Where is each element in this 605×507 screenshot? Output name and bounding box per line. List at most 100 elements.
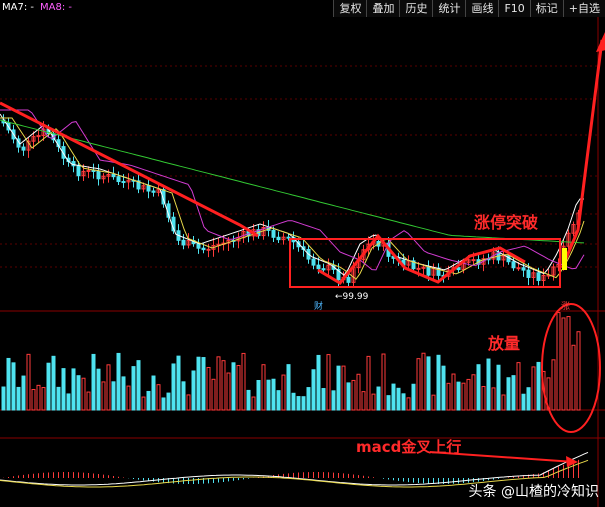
volume-bar — [571, 344, 576, 411]
volume-bar — [366, 355, 371, 411]
volume-bar — [346, 382, 351, 411]
volume-bar — [196, 356, 201, 411]
candle-body — [416, 267, 421, 270]
volume-bar — [41, 387, 46, 411]
volume-bar — [486, 358, 491, 411]
low-price-marker: ←99.99 — [335, 292, 369, 302]
candle-body — [206, 248, 211, 251]
volume-bar — [466, 378, 471, 411]
volume-bar — [91, 353, 96, 411]
volume-bar — [476, 364, 481, 411]
candle-body — [276, 236, 281, 241]
volume-bar — [491, 387, 496, 411]
limit-up-candle — [562, 248, 567, 270]
volume-bar — [191, 370, 196, 411]
volume-bar — [401, 393, 406, 411]
downtrend-arrow — [0, 101, 259, 238]
volume-bar — [246, 389, 251, 411]
volume-bar — [351, 379, 356, 411]
volume-bar — [151, 375, 156, 411]
volume-bar — [226, 372, 231, 411]
candle-body — [116, 176, 121, 183]
volume-bar — [376, 386, 381, 411]
volume-bar — [211, 378, 216, 411]
volume-bar — [251, 396, 256, 411]
volume-bar — [111, 381, 116, 411]
candle-body — [346, 276, 351, 283]
volume-bar — [561, 317, 566, 411]
candle-body — [151, 190, 156, 193]
macd-cross-annotation: macd金叉上行 — [356, 438, 462, 456]
volume-bar — [176, 355, 181, 411]
volume-bar — [316, 354, 321, 411]
candle-body — [511, 261, 516, 269]
volume-bar — [236, 365, 241, 411]
candle-body — [321, 268, 326, 271]
volume-bar — [441, 365, 446, 411]
volume-bar — [431, 394, 436, 411]
watermark: 头条 @山楂的冷知识 — [468, 484, 599, 500]
volume-bar — [201, 357, 206, 411]
volume-bar — [446, 382, 451, 411]
volume-up-annotation: 放量 — [488, 334, 521, 353]
candle-body — [516, 267, 521, 270]
volume-bar — [126, 385, 131, 411]
candle-body — [311, 258, 316, 266]
volume-bar — [51, 355, 56, 411]
volume-bar — [116, 352, 121, 411]
volume-bar — [56, 386, 61, 411]
volume-bar — [121, 376, 126, 411]
volume-bar — [136, 360, 141, 411]
volume-bar — [496, 364, 501, 411]
volume-bar — [416, 358, 421, 411]
volume-bar — [331, 390, 336, 411]
volume-ellipse — [541, 303, 601, 433]
volume-bar — [336, 365, 341, 411]
volume-bar — [576, 331, 581, 411]
candle-body — [121, 181, 126, 184]
volume-bar — [501, 394, 506, 411]
volume-bar — [6, 357, 11, 411]
volume-bar — [506, 377, 511, 411]
volume-bar — [16, 386, 21, 411]
volume-bar — [396, 387, 401, 411]
volume-bar — [131, 366, 136, 411]
candle-body — [201, 247, 206, 251]
volume-bar — [166, 392, 171, 411]
volume-bar — [26, 353, 31, 411]
volume-bar — [106, 364, 111, 411]
volume-bar — [206, 366, 211, 411]
candle-body — [21, 146, 26, 151]
volume-bar — [61, 368, 66, 411]
volume-bar — [46, 362, 51, 411]
volume-bar — [266, 379, 271, 411]
candle-body — [426, 266, 431, 276]
candle-body — [526, 269, 531, 278]
volume-bar — [1, 386, 6, 411]
volume-bar — [311, 369, 316, 411]
volume-bar — [261, 364, 266, 411]
volume-bar — [96, 368, 101, 411]
candle-body — [271, 229, 276, 238]
volume-bar — [86, 391, 91, 411]
volume-bar — [451, 373, 456, 411]
volume-bar — [456, 381, 461, 411]
candle-body — [96, 170, 101, 180]
volume-bar — [521, 393, 526, 411]
volume-bar — [81, 377, 86, 411]
volume-bar — [471, 374, 476, 411]
volume-bar — [531, 366, 536, 411]
volume-bar — [391, 383, 396, 411]
volume-bar — [436, 354, 441, 411]
candle-body — [181, 239, 186, 246]
candle-body — [86, 169, 91, 172]
volume-bar — [281, 374, 286, 411]
volume-bar — [551, 359, 556, 411]
volume-bar — [21, 375, 26, 411]
candle-body — [111, 173, 116, 178]
volume-bar — [356, 373, 361, 411]
volume-bar — [276, 390, 281, 411]
candle-body — [76, 165, 81, 177]
volume-bar — [11, 362, 16, 411]
volume-bar — [241, 352, 246, 411]
